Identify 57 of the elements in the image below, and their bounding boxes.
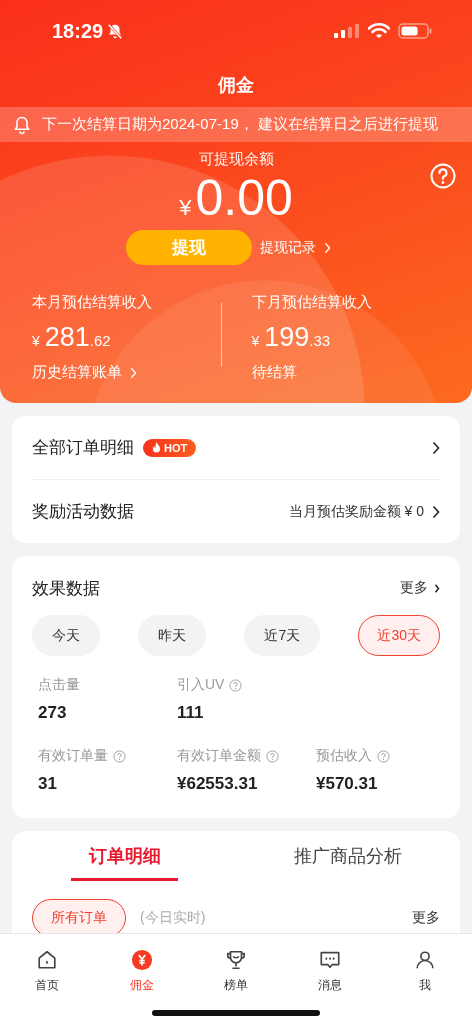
home-icon [36,949,59,971]
order-tab[interactable]: 订单明细 [71,831,178,881]
tab-bar-item[interactable]: 佣金 [94,934,189,1024]
period-tab[interactable]: 今天 [32,615,100,656]
help-icon[interactable] [229,678,243,692]
tab-bar-item[interactable]: 首页 [0,934,95,1024]
yen-coin-icon [130,949,153,971]
metric-value: 31 [38,774,58,794]
tab-bar-item[interactable]: 榜单 [188,934,284,1024]
metric-label: 有效订单金额 [177,747,261,765]
more-link[interactable]: 更多 [400,579,440,597]
metric-value: ¥62553.31 [177,774,259,794]
help-icon[interactable] [377,749,390,763]
wifi-icon [368,23,390,39]
estimate-label: 本月预估结算收入 [32,293,153,312]
notice-text: 下一次结算日期为2024-07-19， 建议在结算日之后进行提现 [42,115,438,134]
bell-slash-icon [106,22,125,40]
signal-icon [334,24,360,38]
battery-icon [398,23,432,39]
estimate-label: 下月预估结算收入 [251,293,373,312]
metric-value: 111 [177,703,205,723]
hot-badge: HOT [143,438,197,457]
help-icon[interactable] [113,749,126,763]
metric-value: 273 [38,703,68,723]
bell-icon [12,114,32,135]
metric-label: 有效订单量 [38,747,108,765]
menu-item[interactable]: 奖励活动数据 当月预估奖励金额 ¥ 0 [32,480,440,543]
period-tab[interactable]: 近30天 [358,615,440,656]
help-icon[interactable] [266,749,279,763]
metric-label: 预估收入 [316,747,372,765]
chevron-right-icon [432,440,440,455]
metric-label: 引入UV [177,676,225,694]
order-tab[interactable]: 推广商品分析 [256,831,440,881]
tab-bar-item[interactable]: 消息 [283,934,378,1024]
trophy-icon [225,949,247,971]
status-time: 18:29 [52,19,104,43]
chevron-right-icon [324,241,331,254]
chevron-right-icon [434,582,440,594]
chevron-right-icon [432,504,440,519]
metric-label: 点击量 [38,676,80,694]
tab-bar-item[interactable]: 我 [377,934,472,1024]
period-tab[interactable]: 昨天 [138,615,207,656]
balance-amount: 0.00 [195,170,293,226]
page-title: 佣金 [218,73,254,97]
metric-value: ¥570.31 [316,774,379,794]
section-title: 效果数据 [32,577,100,600]
realtime-note: (今日实时) [140,909,206,927]
balance-label: 可提现余额 [198,149,274,169]
flame-icon [152,442,161,453]
chat-bubble-icon [319,949,342,971]
currency-sign: ¥ [179,195,192,221]
settlement-status: 待结算 [251,363,298,382]
estimate-amount: ¥ 281.62 [32,322,112,353]
estimate-amount: ¥ 199.33 [251,322,332,353]
menu-item[interactable]: 全部订单明细 HOT [32,416,440,479]
more-link[interactable]: 更多 [412,909,440,927]
period-tab[interactable]: 近7天 [244,615,321,656]
